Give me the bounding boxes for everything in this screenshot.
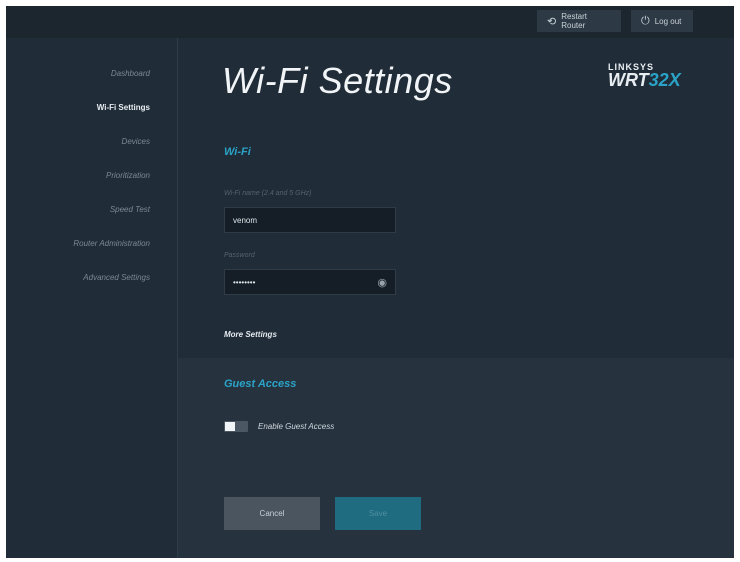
top-bar [6, 6, 734, 38]
guest-access-toggle[interactable] [224, 421, 248, 432]
power-cycle-icon: ⟲ [547, 15, 557, 28]
sidebar: Dashboard Wi-Fi Settings Devices Priorit… [6, 56, 156, 294]
password-input[interactable]: •••••••• ◉ [224, 269, 396, 295]
logo-model: WRT32X [608, 70, 681, 91]
sidebar-item-prioritization[interactable]: Prioritization [6, 158, 156, 192]
logo-model-prefix: WRT [608, 70, 649, 90]
sidebar-item-devices[interactable]: Devices [6, 124, 156, 158]
sidebar-item-router-administration[interactable]: Router Administration [6, 226, 156, 260]
more-settings-link[interactable]: More Settings [224, 330, 277, 339]
app-frame: ⟲ Restart Router ⏻ Log out Dashboard Wi-… [6, 6, 734, 558]
sidebar-item-dashboard[interactable]: Dashboard [6, 56, 156, 90]
linksys-logo: LINKSYS WRT32X [608, 62, 681, 91]
sidebar-item-speed-test[interactable]: Speed Test [6, 192, 156, 226]
power-icon: ⏻ [641, 14, 650, 27]
restart-router-button[interactable]: ⟲ Restart Router [537, 10, 621, 32]
wifi-name-input[interactable]: venom [224, 207, 396, 233]
page-title: Wi-Fi Settings [222, 60, 453, 101]
sidebar-item-wifi-settings[interactable]: Wi-Fi Settings [6, 90, 156, 124]
wifi-name-value: venom [233, 215, 258, 225]
wifi-name-label: Wi-Fi name (2.4 and 5 GHz) [224, 190, 312, 197]
cancel-button[interactable]: Cancel [224, 497, 320, 530]
save-button[interactable]: Save [335, 497, 421, 530]
restart-router-label: Restart Router [561, 12, 588, 30]
toggle-knob [225, 422, 235, 431]
sidebar-divider [177, 38, 178, 558]
password-value: •••••••• [233, 277, 256, 287]
sidebar-item-advanced-settings[interactable]: Advanced Settings [6, 260, 156, 294]
log-out-button[interactable]: ⏻ Log out [631, 10, 693, 32]
guest-access-toggle-label: Enable Guest Access [258, 422, 335, 431]
eye-icon[interactable]: ◉ [377, 276, 387, 289]
log-out-label: Log out [654, 16, 682, 26]
password-label: Password [224, 252, 255, 259]
guest-access-title: Guest Access [224, 378, 297, 390]
logo-model-suffix: 32X [648, 70, 681, 90]
wifi-section-title: Wi-Fi [224, 146, 251, 158]
